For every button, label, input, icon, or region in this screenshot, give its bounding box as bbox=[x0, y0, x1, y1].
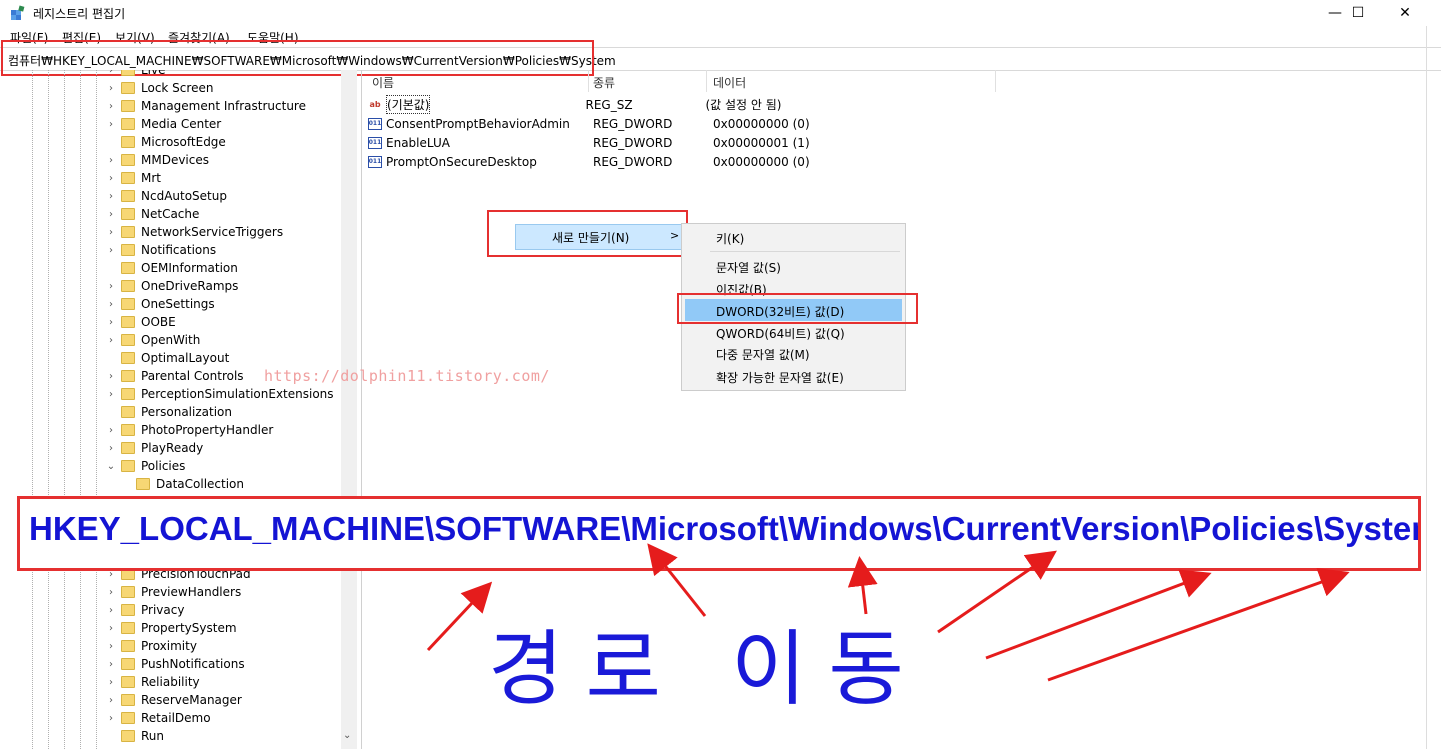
arrow-icon bbox=[937, 550, 1057, 634]
arrow-icon bbox=[426, 581, 493, 652]
annotation-caption: 경로 이동 bbox=[488, 622, 926, 717]
arrow-icon bbox=[985, 569, 1212, 660]
arrow-icon bbox=[1047, 567, 1350, 682]
